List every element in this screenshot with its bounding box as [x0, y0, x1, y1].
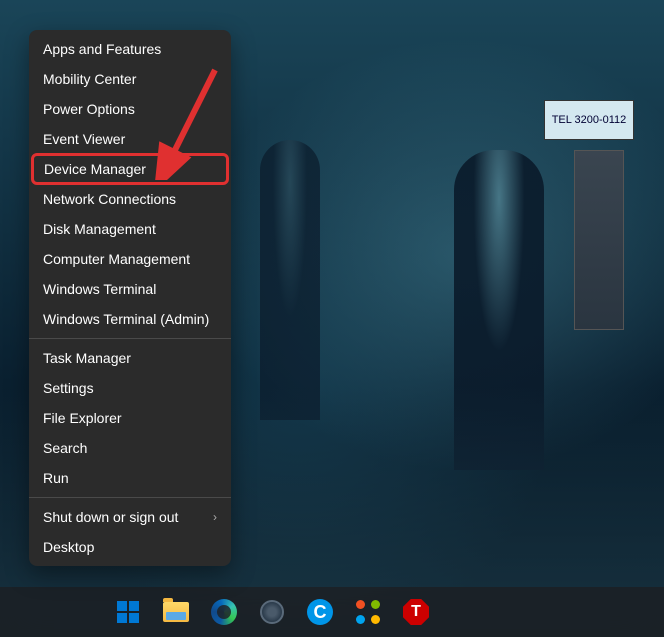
menu-item-label: Shut down or sign out [43, 509, 178, 525]
menu-device-manager[interactable]: Device Manager [31, 153, 229, 185]
menu-item-label: File Explorer [43, 410, 122, 426]
bg-sign-vertical [574, 150, 624, 330]
apps-button[interactable] [348, 592, 388, 632]
menu-power-options[interactable]: Power Options [29, 94, 231, 124]
menu-item-label: Windows Terminal (Admin) [43, 311, 209, 327]
folder-icon [163, 602, 189, 622]
menu-item-label: Mobility Center [43, 71, 136, 87]
menu-item-label: Apps and Features [43, 41, 161, 57]
menu-windows-terminal[interactable]: Windows Terminal [29, 274, 231, 304]
file-explorer-button[interactable] [156, 592, 196, 632]
menu-disk-management[interactable]: Disk Management [29, 214, 231, 244]
menu-windows-terminal-admin[interactable]: Windows Terminal (Admin) [29, 304, 231, 334]
menu-computer-management[interactable]: Computer Management [29, 244, 231, 274]
edge-browser-icon [211, 599, 237, 625]
menu-shutdown-signout[interactable]: Shut down or sign out › [29, 502, 231, 532]
menu-search[interactable]: Search [29, 433, 231, 463]
menu-mobility-center[interactable]: Mobility Center [29, 64, 231, 94]
menu-item-label: Settings [43, 380, 94, 396]
edge-button[interactable] [204, 592, 244, 632]
menu-item-label: Run [43, 470, 69, 486]
settings-button[interactable] [252, 592, 292, 632]
menu-desktop[interactable]: Desktop [29, 532, 231, 562]
settings-gear-icon [260, 600, 284, 624]
apps-grid-icon [356, 600, 380, 624]
menu-item-label: Power Options [43, 101, 135, 117]
menu-task-manager[interactable]: Task Manager [29, 343, 231, 373]
menu-run[interactable]: Run [29, 463, 231, 493]
menu-settings[interactable]: Settings [29, 373, 231, 403]
menu-item-label: Disk Management [43, 221, 156, 237]
winx-context-menu: Apps and Features Mobility Center Power Op… [29, 30, 231, 566]
menu-item-label: Network Connections [43, 191, 176, 207]
menu-item-label: Task Manager [43, 350, 131, 366]
bg-figure-2 [260, 140, 320, 420]
menu-item-label: Desktop [43, 539, 94, 555]
menu-item-label: Search [43, 440, 87, 456]
menu-item-label: Computer Management [43, 251, 190, 267]
windows-start-icon [117, 601, 139, 623]
menu-event-viewer[interactable]: Event Viewer [29, 124, 231, 154]
menu-item-label: Event Viewer [43, 131, 125, 147]
cortana-button[interactable]: C [300, 592, 340, 632]
chevron-right-icon: › [213, 510, 217, 524]
menu-separator [29, 338, 231, 339]
menu-apps-and-features[interactable]: Apps and Features [29, 34, 231, 64]
menu-item-label: Windows Terminal [43, 281, 156, 297]
c-app-icon: C [307, 599, 333, 625]
menu-item-label: Device Manager [44, 161, 146, 177]
taskbar: CT [0, 587, 664, 637]
stop-app-button[interactable]: T [396, 592, 436, 632]
menu-network-connections[interactable]: Network Connections [29, 184, 231, 214]
stop-sign-icon: T [403, 599, 429, 625]
start-button[interactable] [108, 592, 148, 632]
bg-sign: TEL 3200-0112 [544, 100, 634, 140]
menu-file-explorer[interactable]: File Explorer [29, 403, 231, 433]
menu-separator [29, 497, 231, 498]
